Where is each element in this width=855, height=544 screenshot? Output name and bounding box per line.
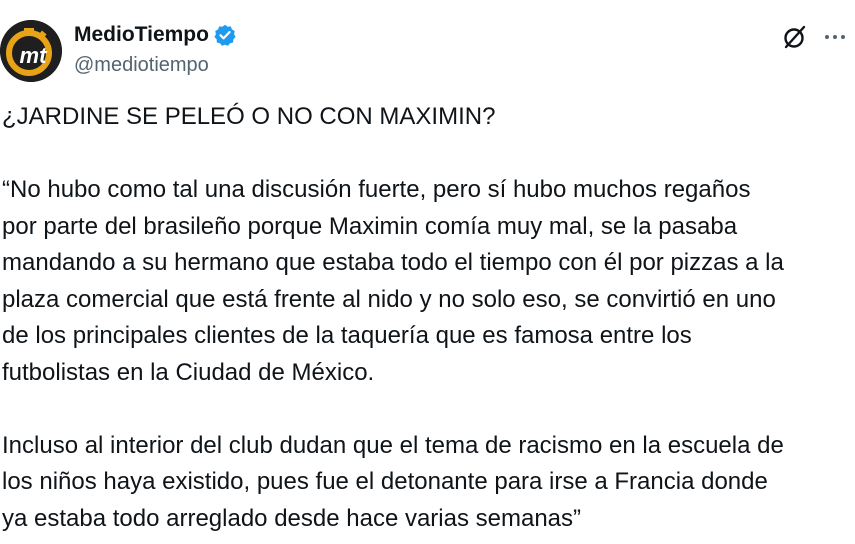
tweet-line: los niños haya existido, pues fue el det… [2,468,768,495]
tweet-headline: ¿JARDINE SE PELEÓ O NO CON MAXIMIN? [2,103,496,130]
mediotiempo-logo-icon: mt [0,20,62,82]
tweet-line: de los principales clientes de la taquer… [2,322,692,349]
tweet-line: por parte del brasileño porque Maximin c… [2,212,738,240]
display-name[interactable]: MedioTiempo [74,22,209,48]
tweet-line: “No hubo como tal una discusión fuerte, … [2,176,751,203]
avatar[interactable]: mt [0,20,62,82]
handle[interactable]: @mediotiempo [74,53,209,77]
grok-slash-circle-icon[interactable] [782,24,808,50]
avatar-text: mt [20,43,49,68]
tweet-text: ¿JARDINE SE PELEÓ O NO CON MAXIMIN? “No … [2,99,852,537]
tweet-line: ya estaba todo arreglado desde hace vari… [2,504,582,532]
name-row: MedioTiempo [74,22,236,48]
tweet-header: mt MedioTiempo @mediotiempo [0,0,855,100]
tweet-line: plaza comercial que está frente al nido … [2,285,776,313]
more-horizontal-icon[interactable] [822,24,848,50]
verified-badge-icon [214,24,236,46]
tweet-line: futbolistas en la Ciudad de México. [2,358,375,386]
tweet-line: Incluso al interior del club dudan que e… [2,431,784,459]
tweet-line: mandando a su hermano que estaba todo el… [2,249,784,276]
